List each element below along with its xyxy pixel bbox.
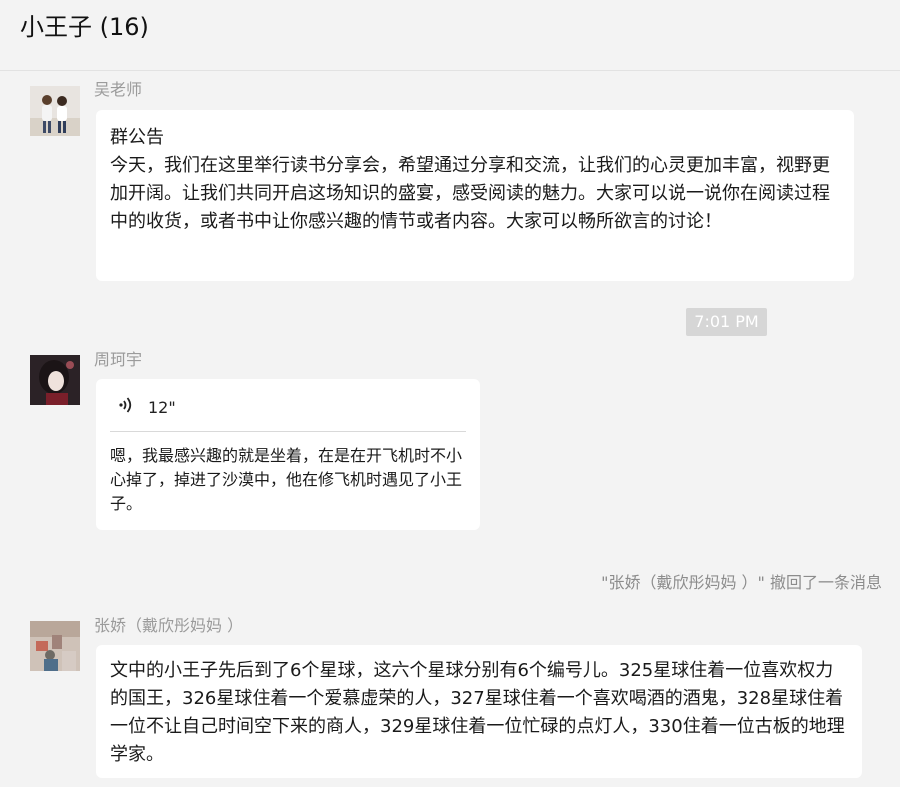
- sender-name: 张娇（戴欣彤妈妈 ）: [94, 616, 244, 635]
- message-text: 文中的小王子先后到了6个星球，这六个星球分别有6个编号儿。325星球住着一位喜欢…: [110, 660, 845, 765]
- timestamp: 7:01 PM: [686, 308, 767, 336]
- message-bubble[interactable]: 文中的小王子先后到了6个星球，这六个星球分别有6个编号儿。325星球住着一位喜欢…: [96, 645, 862, 778]
- chat-title: 小王子 (16): [20, 13, 149, 41]
- avatar[interactable]: [30, 86, 80, 136]
- avatar[interactable]: [30, 621, 80, 671]
- divider: [110, 431, 466, 432]
- sender-name: 周珂宇: [94, 350, 143, 369]
- sender-name: 吴老师: [94, 80, 143, 99]
- avatar[interactable]: [30, 355, 80, 405]
- chat-header: 小王子 (16): [0, 0, 900, 71]
- voice-duration: 12": [148, 397, 176, 417]
- recall-notice: "张娇（戴欣彤妈妈 ）" 撤回了一条消息: [601, 573, 882, 592]
- voice-wave-icon: [118, 396, 134, 418]
- voice-play[interactable]: 12": [118, 394, 176, 420]
- notice-text: 今天，我们在这里举行读书分享会，希望通过分享和交流，让我们的心灵更加丰富，视野更…: [110, 155, 830, 232]
- notice-title: 群公告: [110, 127, 164, 148]
- notice-bubble[interactable]: 群公告 今天，我们在这里举行读书分享会，希望通过分享和交流，让我们的心灵更加丰富…: [96, 110, 854, 281]
- voice-transcript: 嗯，我最感兴趣的就是坐着，在是在开飞机时不小心掉了，掉进了沙漠中，他在修飞机时遇…: [110, 446, 463, 513]
